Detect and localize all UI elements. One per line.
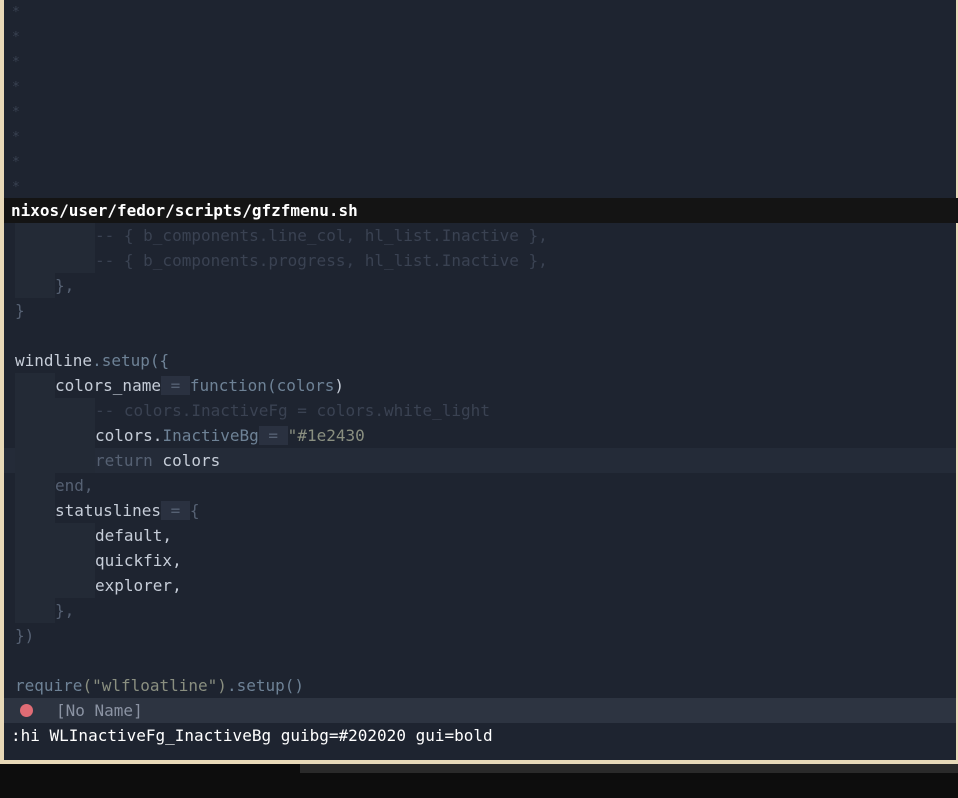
bottom-bar-segment (300, 764, 958, 773)
empty-line-marker: * (12, 30, 20, 45)
indent-guide (15, 248, 95, 273)
code-line: }) (15, 626, 35, 645)
code-token: require (15, 676, 83, 695)
indent-guide (15, 598, 55, 623)
code-token: ("wlfloatline") (82, 676, 227, 695)
modified-indicator-icon (20, 704, 33, 717)
code-token: colors (276, 376, 335, 395)
code-token: return (95, 451, 153, 470)
empty-line-marker: * (12, 155, 20, 170)
code-line: end, (55, 476, 94, 495)
code-token: = (160, 501, 190, 520)
code-line: } (15, 301, 25, 320)
winbar-file-path[interactable]: nixos/user/fedor/scripts/gfzfmenu.sh (4, 198, 958, 223)
code-token: windline (15, 351, 93, 370)
empty-line-marker: * (12, 180, 20, 195)
code-line: }, (55, 601, 75, 620)
indent-guide (15, 273, 55, 298)
code-token: .setup() (226, 676, 304, 695)
terminal-window: * * * * * * * * nixos/user/fedor/scripts… (0, 0, 958, 764)
buffer-name: [No Name] (56, 701, 143, 720)
code-token: #1e2430 (297, 426, 365, 445)
code-line: return colors (95, 448, 220, 473)
indent-guide (15, 223, 95, 248)
code-line: }, (55, 276, 75, 295)
indent-guide (15, 498, 55, 523)
code-line: default, (95, 526, 173, 545)
code-token: = (160, 376, 190, 395)
code-line: -- { b_components.progress, hl_list.Inac… (95, 251, 548, 270)
code-token: statuslines (55, 501, 161, 520)
code-line: -- colors.InactiveFg = colors.white_ligh… (95, 401, 490, 420)
code-token: function( (189, 376, 277, 395)
empty-line-marker: * (12, 80, 20, 95)
indent-guide (15, 373, 55, 398)
editor-pane[interactable]: * * * * * * * * nixos/user/fedor/scripts… (4, 0, 958, 760)
code-line: colors_name = function(colors) (55, 373, 344, 398)
empty-line-marker: * (12, 105, 20, 120)
code-token: ) (334, 376, 345, 395)
command-line[interactable]: :hi WLInactiveFg_InactiveBg guibg=#20202… (4, 723, 958, 748)
code-line: explorer, (95, 576, 182, 595)
code-line: windline.setup({ (15, 348, 169, 373)
empty-line-marker: * (12, 55, 20, 70)
code-token: " (287, 426, 298, 445)
indent-guide (15, 448, 95, 473)
code-token: colors. (95, 426, 163, 445)
code-token: InactiveBg (162, 426, 259, 445)
code-token: .setup({ (92, 351, 170, 370)
indent-guide (15, 548, 95, 573)
indent-guide (15, 473, 55, 498)
indent-guide (15, 423, 95, 448)
code-line: require("wlfloatline").setup() (15, 673, 304, 698)
code-token: colors_name (55, 376, 161, 395)
empty-line-marker: * (12, 130, 20, 145)
statusline: [No Name] (4, 698, 956, 723)
indent-guide (15, 523, 95, 548)
code-token: { (189, 501, 200, 520)
code-line: -- { b_components.line_col, hl_list.Inac… (95, 226, 548, 245)
empty-line-marker: * (12, 5, 20, 20)
code-token: = (258, 426, 288, 445)
indent-guide (15, 398, 95, 423)
code-line: quickfix, (95, 551, 182, 570)
indent-guide (15, 573, 95, 598)
code-line: colors.InactiveBg = "#1e2430 (95, 423, 365, 448)
code-token: colors (152, 451, 221, 470)
code-line: statuslines = { (55, 498, 200, 523)
